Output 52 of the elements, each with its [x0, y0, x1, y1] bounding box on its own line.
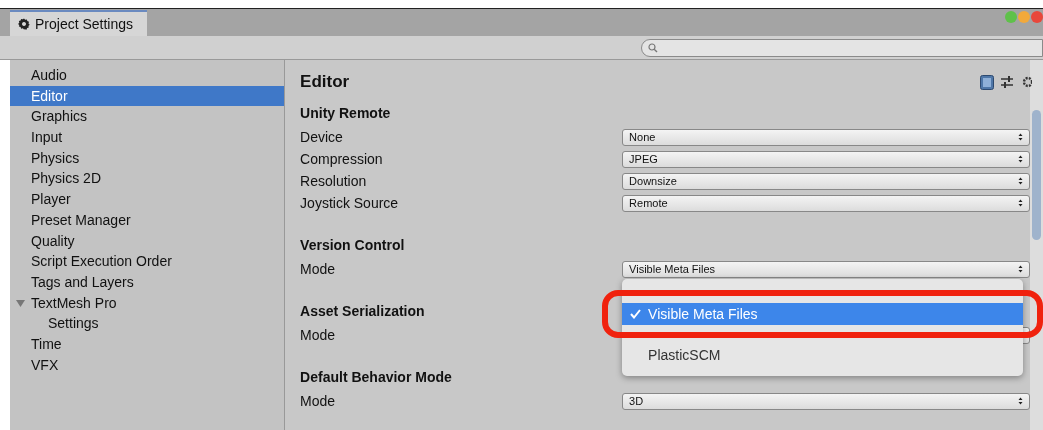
- settings-icon: [18, 18, 30, 31]
- sidebar-item[interactable]: Tags and Layers: [10, 271, 285, 293]
- field-label: Device: [300, 129, 344, 145]
- up-down-arrows-icon: [1018, 177, 1024, 185]
- close-button[interactable]: [1031, 10, 1043, 23]
- sidebar-item[interactable]: Quality: [10, 230, 285, 252]
- field-label: Mode: [300, 327, 337, 343]
- field-label: Joystick Source: [300, 195, 400, 211]
- section-header: Asset Serialization: [300, 302, 425, 321]
- expand-arrow-icon[interactable]: [16, 298, 25, 307]
- dropdown[interactable]: JPEG: [622, 150, 1031, 168]
- sidebar-item[interactable]: TextMesh Pro: [10, 292, 285, 314]
- section-header: Unity Remote: [300, 104, 391, 123]
- help-icon[interactable]: [980, 74, 995, 90]
- dropdown[interactable]: None: [622, 128, 1031, 146]
- sidebar-item[interactable]: Physics 2D: [10, 168, 285, 190]
- panel-title: Editor: [300, 72, 350, 92]
- up-down-arrows-icon: [1018, 397, 1024, 405]
- field-label: Resolution: [300, 173, 368, 189]
- sidebar-item[interactable]: Editor: [10, 85, 285, 107]
- sidebar-item[interactable]: VFX: [10, 354, 285, 376]
- sidebar-item[interactable]: Preset Manager: [10, 209, 285, 231]
- dropdown[interactable]: 3D: [622, 392, 1031, 410]
- up-down-arrows-icon: [1018, 133, 1024, 141]
- dropdown[interactable]: Downsize: [622, 172, 1031, 190]
- sidebar-item[interactable]: Script Execution Order: [10, 251, 285, 272]
- menu-item[interactable]: Visible Meta Files: [622, 303, 1024, 325]
- sidebar-item[interactable]: Input: [10, 127, 285, 148]
- search-icon: [648, 42, 658, 53]
- dropdown[interactable]: Visible Meta Files: [622, 260, 1031, 278]
- up-down-arrows-icon: [1018, 265, 1024, 273]
- sidebar-item[interactable]: Audio: [10, 65, 285, 86]
- sidebar-item[interactable]: Player: [10, 189, 285, 210]
- sidebar-item[interactable]: Settings: [10, 313, 285, 334]
- scrollbar[interactable]: [1030, 60, 1043, 430]
- up-down-arrows-icon: [1018, 155, 1024, 163]
- field-label: Mode: [300, 393, 337, 409]
- sidebar-item[interactable]: Physics: [10, 147, 285, 169]
- section-header: Default Behavior Mode: [300, 368, 452, 387]
- search-field[interactable]: [641, 38, 1043, 57]
- field-label: Compression: [300, 151, 384, 167]
- window-tab[interactable]: Project Settings: [10, 10, 148, 37]
- settings-icon[interactable]: [1020, 75, 1033, 89]
- check-icon: [629, 309, 641, 319]
- section-header: Version Control: [300, 236, 405, 255]
- sliders-icon[interactable]: [1000, 75, 1015, 89]
- dropdown[interactable]: Remote: [622, 194, 1031, 212]
- sidebar-item[interactable]: Time: [10, 333, 285, 355]
- menu-item[interactable]: PlasticSCM: [622, 344, 1024, 366]
- sidebar-item[interactable]: Graphics: [10, 106, 285, 128]
- up-down-arrows-icon: [1018, 199, 1024, 207]
- field-label: Mode: [300, 261, 337, 277]
